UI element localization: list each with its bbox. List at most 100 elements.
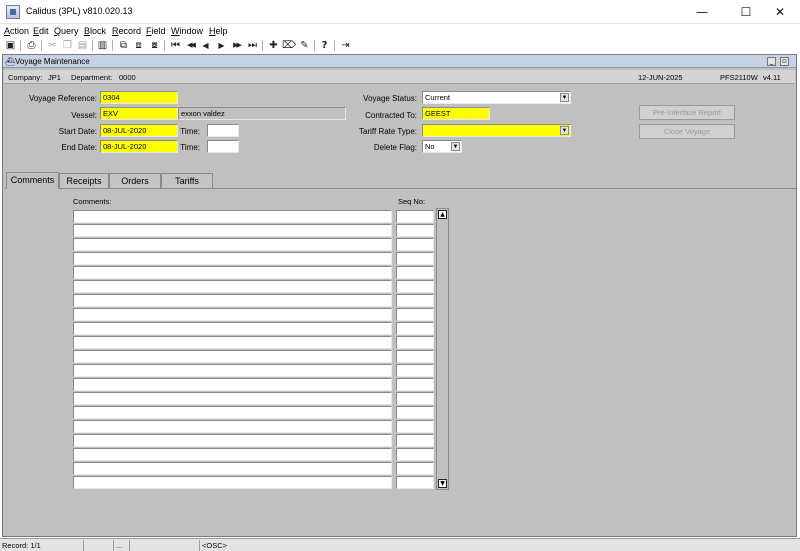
seq-no-field[interactable] [396,350,434,363]
seq-no-field[interactable] [396,210,434,223]
vessel-code-field[interactable]: EXV [100,107,178,120]
comment-field[interactable] [73,322,392,335]
comment-field[interactable] [73,252,392,265]
menu-action[interactable]: Action [4,26,29,36]
voyage-reference-field[interactable]: 0304 [100,91,178,104]
comment-field[interactable] [73,476,392,489]
close-button[interactable]: ✕ [758,2,800,22]
comment-field[interactable] [73,238,392,251]
toolbar-separator [112,40,113,51]
seq-no-field[interactable] [396,280,434,293]
voyage-reference-label: Voyage Reference: [28,94,97,103]
seq-no-field[interactable] [396,364,434,377]
comment-field[interactable] [73,448,392,461]
comment-field[interactable] [73,280,392,293]
menu-help[interactable]: Help [209,26,228,36]
enter-query-icon[interactable]: ⧉ [117,39,130,52]
minimize-button[interactable]: — [680,2,724,22]
seq-no-field[interactable] [396,294,434,307]
form-date: 12-JUN-2025 [638,73,683,82]
menu-field[interactable]: Field [146,26,166,36]
contracted-to-field[interactable]: GEEST [422,107,490,120]
comment-field[interactable] [73,336,392,349]
seq-no-field[interactable] [396,476,434,489]
seq-no-field[interactable] [396,224,434,237]
voyage-maintenance-window: ⛴ Voyage Maintenance _ ▫ Company: JP1 De… [2,54,797,537]
menu-block[interactable]: Block [84,26,106,36]
execute-query-icon[interactable]: ⧈ [132,39,145,52]
copy-icon[interactable]: ❐ [61,39,74,52]
start-date-field[interactable]: 08-JUL-2020 [100,124,178,137]
start-time-field[interactable] [207,124,239,137]
menu-window[interactable]: Window [171,26,203,36]
seq-no-field[interactable] [396,238,434,251]
paste-icon[interactable]: ▤ [76,39,89,52]
comment-field[interactable] [73,266,392,279]
previous-block-icon[interactable]: ◀◀ [184,39,197,52]
menu-edit[interactable]: Edit [33,26,49,36]
start-date-label: Start Date: [58,127,97,136]
seq-no-field[interactable] [396,378,434,391]
insert-record-icon[interactable]: ✚ [267,39,280,52]
seq-no-field[interactable] [396,434,434,447]
seq-no-field[interactable] [396,392,434,405]
comment-field[interactable] [73,210,392,223]
end-time-field[interactable] [207,140,239,153]
next-block-icon[interactable]: ▶▶ [230,39,243,52]
exit-icon[interactable]: ⇥ [339,39,352,52]
comment-field[interactable] [73,420,392,433]
save-icon[interactable]: ▣ [4,39,17,52]
form-version: v4.11 [763,73,781,82]
comment-field[interactable] [73,462,392,475]
seq-no-field[interactable] [396,266,434,279]
chevron-down-icon[interactable]: ▼ [451,142,460,151]
comment-field[interactable] [73,294,392,307]
comment-field[interactable] [73,364,392,377]
cancel-query-icon[interactable]: ⧇ [148,39,161,52]
seq-no-field[interactable] [396,406,434,419]
chevron-down-icon[interactable]: ▼ [560,93,569,102]
comment-field[interactable] [73,434,392,447]
previous-record-icon[interactable]: ◀ [199,39,212,52]
tab-orders[interactable]: Orders [109,173,161,189]
seq-no-field[interactable] [396,420,434,433]
comment-field[interactable] [73,308,392,321]
seq-no-field[interactable] [396,308,434,321]
seq-no-field[interactable] [396,252,434,265]
end-date-field[interactable]: 08-JUL-2020 [100,140,178,153]
voyage-status-select[interactable]: Current ▼ [422,91,571,104]
seq-no-field[interactable] [396,322,434,335]
list-of-values-icon[interactable]: ▥ [96,39,109,52]
comment-field[interactable] [73,378,392,391]
menu-query[interactable]: Query [54,26,79,36]
form-minimize-button[interactable]: _ [767,57,776,66]
comments-scrollbar[interactable]: ▲ ▼ [436,208,449,490]
print-icon[interactable]: ⎙ [25,39,38,52]
delete-flag-select[interactable]: No ▼ [422,140,462,153]
form-maximize-button[interactable]: ▫ [780,57,789,66]
cut-icon[interactable]: ✂ [46,39,59,52]
delete-record-icon[interactable]: ⌦ [282,39,296,52]
tab-receipts[interactable]: Receipts [59,173,109,189]
first-record-icon[interactable]: ⏮ [169,39,182,52]
tab-tariffs[interactable]: Tariffs [161,173,213,189]
clear-record-icon[interactable]: ✎ [298,39,311,52]
tariff-rate-type-select[interactable]: ▼ [422,124,571,137]
tab-comments[interactable]: Comments [6,172,59,189]
comment-field[interactable] [73,350,392,363]
last-record-icon[interactable]: ⏭ [246,39,259,52]
chevron-down-icon[interactable]: ▼ [560,126,569,135]
comment-field[interactable] [73,224,392,237]
seq-no-field[interactable] [396,448,434,461]
comment-field[interactable] [73,406,392,419]
scroll-up-icon[interactable]: ▲ [438,210,447,219]
seq-no-field[interactable] [396,462,434,475]
next-record-icon[interactable]: ▶ [215,39,228,52]
scroll-down-icon[interactable]: ▼ [438,479,447,488]
comment-field[interactable] [73,392,392,405]
pre-interface-report-button[interactable]: Pre-Interface Report [639,105,735,120]
help-icon[interactable]: ? [318,39,331,52]
seq-no-field[interactable] [396,336,434,349]
menu-record[interactable]: Record [112,26,141,36]
close-voyage-button[interactable]: Close Voyage [639,124,735,139]
